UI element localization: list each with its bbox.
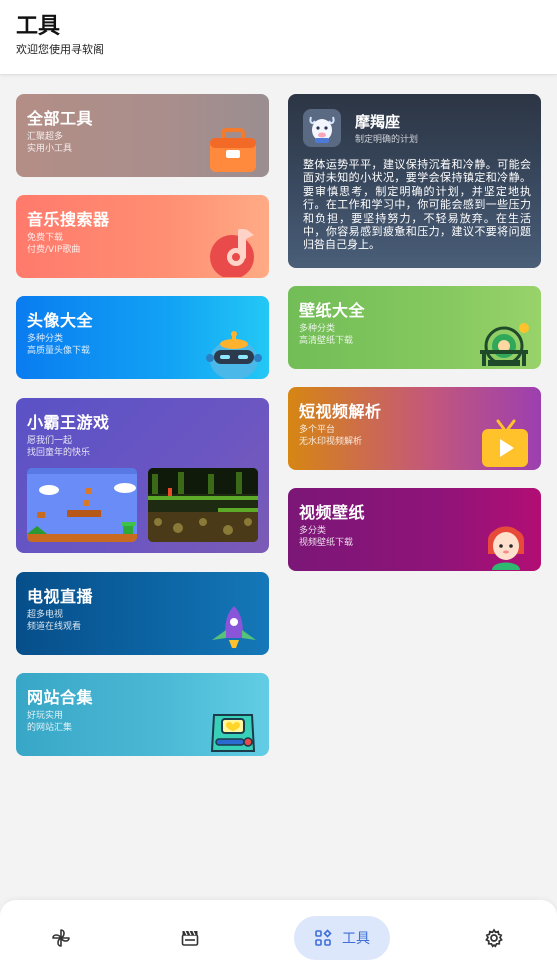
tv-play-icon bbox=[482, 419, 528, 467]
rocket-icon bbox=[212, 606, 256, 648]
card-title: 全部工具 bbox=[27, 109, 94, 128]
horoscope-text: 整体运势平平，建议保持沉着和冷静。可能会面对未知的小状况，要学会保持镇定和冷静。… bbox=[303, 158, 531, 252]
page-subtitle: 欢迎您使用寻软阁 bbox=[16, 43, 104, 56]
music-note-icon bbox=[210, 229, 254, 277]
game-screenshot-mario bbox=[27, 468, 137, 542]
card-websites[interactable]: 网站合集 好玩实用 的网站汇集 bbox=[16, 673, 269, 756]
game-screenshot-contra bbox=[148, 468, 258, 542]
card-desc-line2: 找回童年的快乐 bbox=[27, 448, 91, 458]
card-avatars[interactable]: 头像大全 多种分类 高质量头像下载 bbox=[16, 296, 269, 379]
card-title: 短视频解析 bbox=[299, 402, 382, 421]
page-title: 工具 bbox=[16, 14, 61, 39]
card-nes-games[interactable]: 小霸王游戏 愿我们一起 找回童年的快乐 bbox=[16, 398, 269, 553]
card-desc-line2: 付费/VIP歌曲 bbox=[27, 245, 81, 255]
bottom-tab-bar: 工具 bbox=[0, 900, 557, 974]
tools-icon bbox=[315, 929, 332, 946]
card-title: 网站合集 bbox=[27, 688, 94, 707]
girl-avatar-icon bbox=[488, 526, 524, 570]
clapperboard-icon bbox=[181, 930, 199, 946]
card-desc-line2: 的网站汇集 bbox=[27, 723, 73, 733]
card-all-tools[interactable]: 全部工具 汇聚超多 实用小工具 bbox=[16, 94, 269, 177]
card-title: 视频壁纸 bbox=[299, 503, 366, 522]
website-box-icon bbox=[210, 714, 256, 752]
tab-tools[interactable]: 工具 bbox=[294, 916, 390, 960]
tab-tools-label: 工具 bbox=[342, 931, 370, 947]
card-desc-line2: 视频壁纸下载 bbox=[299, 538, 354, 548]
horoscope-name: 摩羯座 bbox=[355, 113, 401, 131]
tab-clapperboard[interactable] bbox=[168, 916, 212, 960]
card-title: 壁纸大全 bbox=[299, 301, 366, 320]
card-title: 电视直播 bbox=[27, 587, 94, 606]
horoscope-subtitle: 制定明确的计划 bbox=[355, 135, 419, 145]
card-music-search[interactable]: 音乐搜索器 免费下载 付费/VIP歌曲 bbox=[16, 195, 269, 278]
card-desc-line2: 无水印视频解析 bbox=[299, 437, 363, 447]
card-horoscope[interactable]: 摩羯座 制定明确的计划 整体运势平平，建议保持沉着和冷静。可能会面对未知的小状况… bbox=[288, 94, 541, 268]
toolbox-icon bbox=[210, 128, 256, 172]
tab-settings[interactable] bbox=[472, 916, 516, 960]
card-desc-line2: 实用小工具 bbox=[27, 144, 73, 154]
card-title: 音乐搜索器 bbox=[27, 210, 110, 229]
card-short-video-parse[interactable]: 短视频解析 多个平台 无水印视频解析 bbox=[288, 387, 541, 470]
card-tv-live[interactable]: 电视直播 超多电视 频道在线观看 bbox=[16, 572, 269, 655]
card-title: 头像大全 bbox=[27, 311, 94, 330]
capricorn-icon bbox=[303, 109, 341, 147]
card-title: 小霸王游戏 bbox=[27, 413, 110, 432]
robot-avatar-icon bbox=[206, 331, 262, 379]
gear-icon bbox=[485, 928, 503, 948]
card-desc-line2: 频道在线观看 bbox=[27, 622, 82, 632]
card-wallpapers[interactable]: 壁纸大全 多种分类 高清壁纸下载 bbox=[288, 286, 541, 369]
card-video-wallpaper[interactable]: 视频壁纸 多分类 视频壁纸下载 bbox=[288, 488, 541, 571]
app-header: 工具 欢迎您使用寻软阁 bbox=[0, 0, 557, 75]
card-desc-line2: 高清壁纸下载 bbox=[299, 336, 354, 346]
tab-pinwheel[interactable] bbox=[39, 916, 83, 960]
card-desc-line2: 高质量头像下载 bbox=[27, 346, 91, 356]
pinwheel-icon bbox=[52, 929, 70, 947]
ferris-wheel-icon bbox=[480, 323, 529, 366]
